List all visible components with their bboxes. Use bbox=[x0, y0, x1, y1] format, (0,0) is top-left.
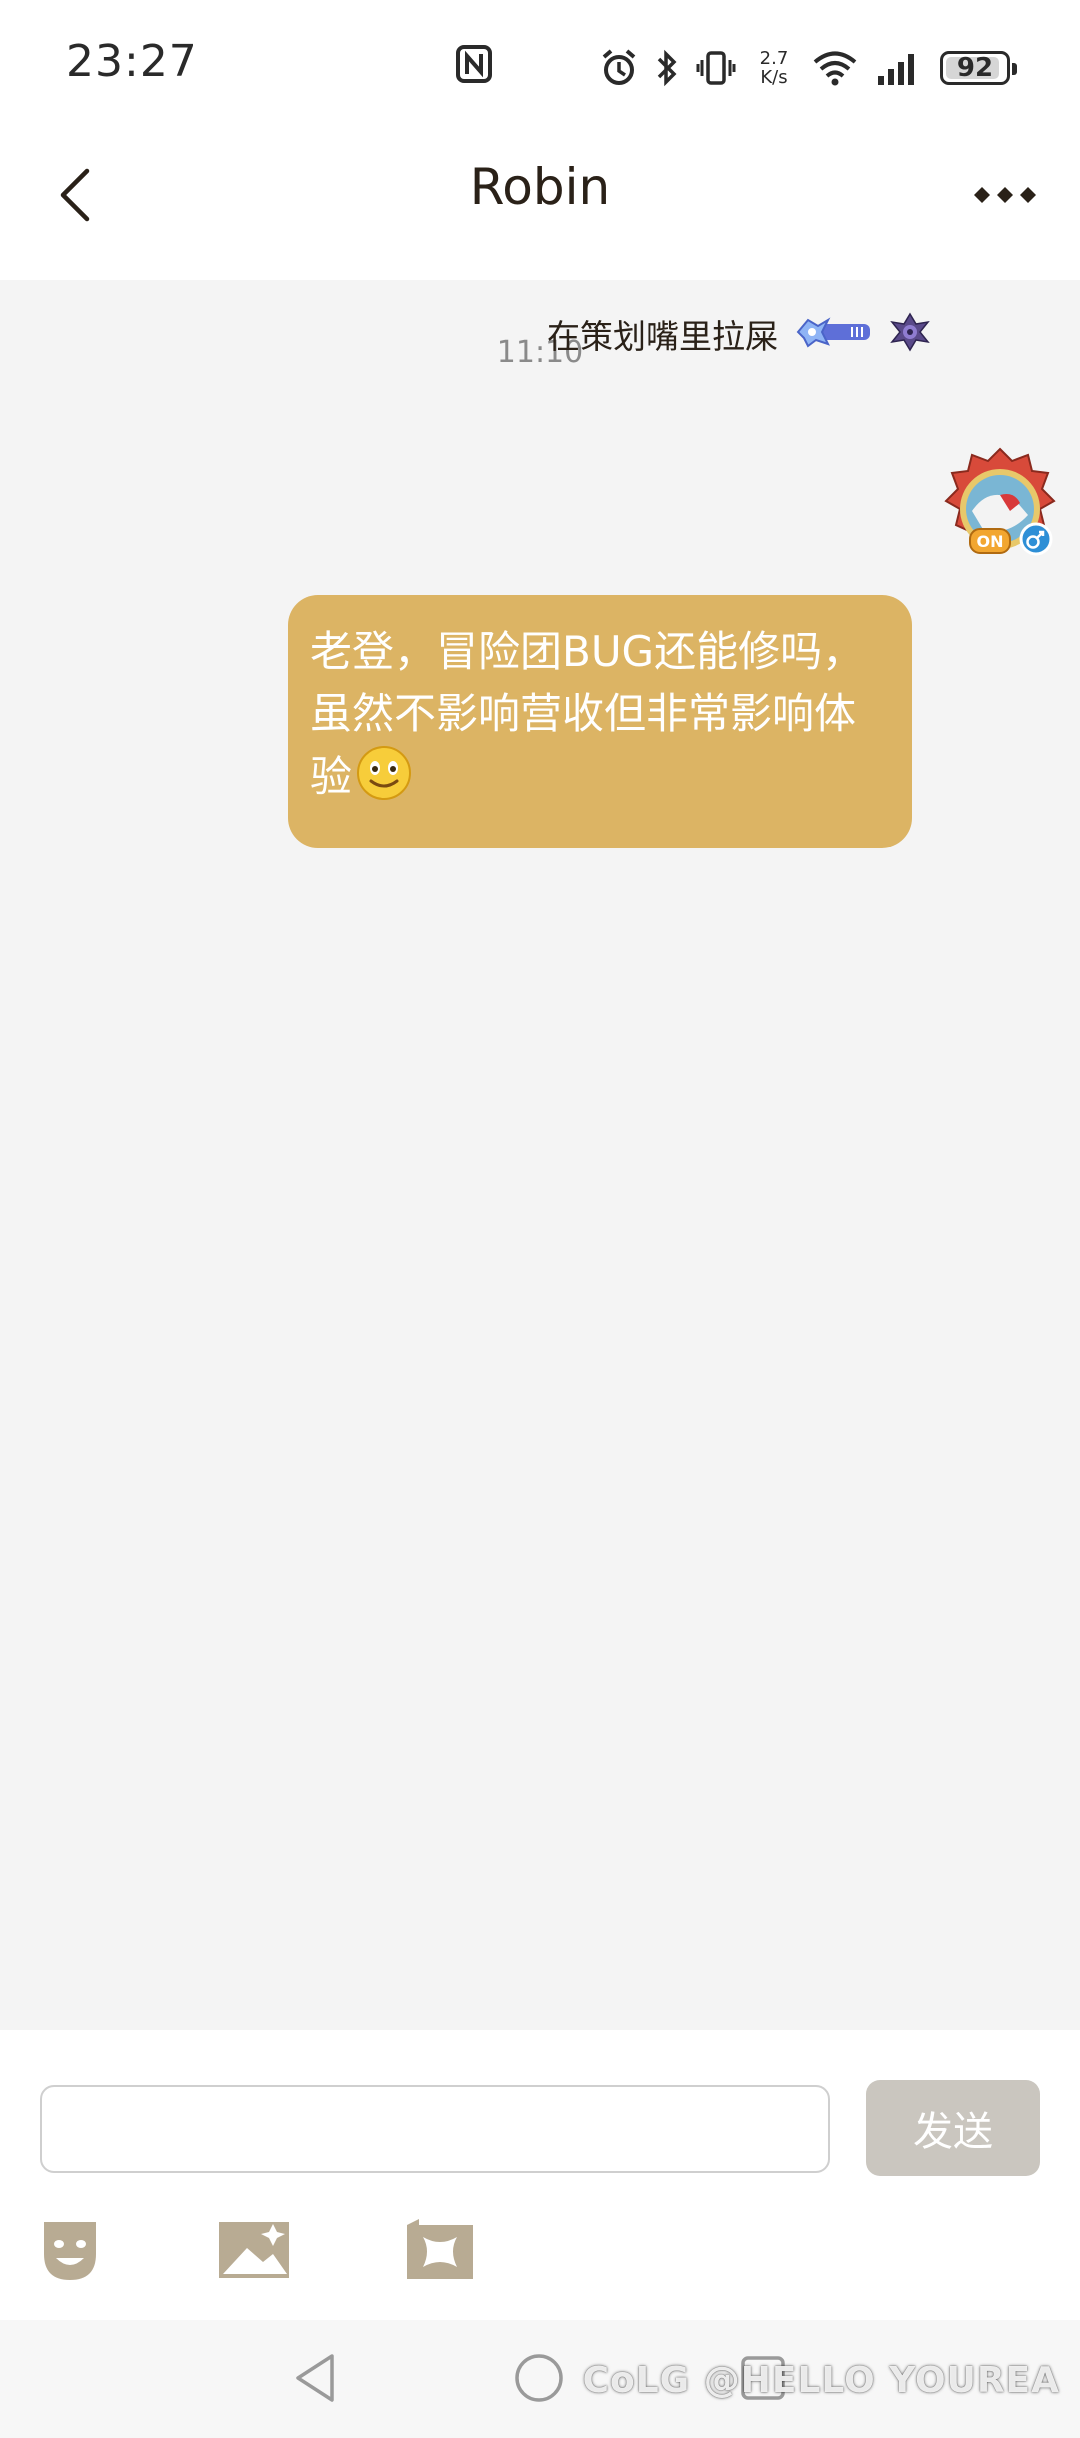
vibrate-icon bbox=[696, 48, 736, 88]
nav-home-button[interactable] bbox=[504, 2348, 574, 2408]
sender-name: 在策划嘴里拉屎 bbox=[547, 317, 778, 356]
status-bar: 23:27 2.7 K/s 92 bbox=[0, 0, 1080, 130]
emoji-picker-button[interactable] bbox=[30, 2210, 110, 2290]
avatar[interactable]: ON bbox=[940, 445, 1060, 570]
emoji-face-icon bbox=[44, 2222, 96, 2280]
network-speed-value: 2.7 bbox=[759, 48, 789, 69]
signal-icon bbox=[876, 50, 922, 86]
watermark: CoLG @HELLO YOUREA bbox=[582, 2360, 1060, 2401]
circle-home-icon bbox=[515, 2354, 563, 2402]
sticker-icon bbox=[407, 2219, 473, 2279]
triangle-back-icon bbox=[296, 2354, 334, 2402]
network-speed-unit: K/s bbox=[760, 67, 788, 88]
more-options-button[interactable] bbox=[960, 160, 1050, 230]
chat-area[interactable]: 11:10 在策划嘴里拉屎 ON 老登，冒险团BUG还能修吗，虽然不影响营收但非… bbox=[0, 280, 1080, 2030]
alarm-icon bbox=[600, 48, 638, 88]
image-picker-button[interactable] bbox=[214, 2210, 294, 2290]
composer-bar: 发送 bbox=[0, 2030, 1080, 2320]
nav-back-button[interactable] bbox=[280, 2348, 350, 2408]
battery-indicator: 92 bbox=[940, 51, 1017, 85]
svg-text:ON: ON bbox=[977, 532, 1004, 551]
more-dots-icon bbox=[974, 187, 1036, 203]
nfc-icon bbox=[455, 44, 493, 88]
status-icons: 2.7 K/s 92 bbox=[600, 40, 1017, 96]
status-time: 23:27 bbox=[66, 36, 198, 87]
page-title: Robin bbox=[469, 158, 611, 216]
guild-emblem-icon bbox=[890, 312, 930, 356]
battery-level: 92 bbox=[956, 53, 994, 83]
smile-emoji-icon bbox=[356, 745, 412, 818]
bluetooth-icon bbox=[656, 48, 678, 88]
image-icon bbox=[219, 2222, 289, 2278]
message-input[interactable] bbox=[40, 2085, 830, 2173]
rank-badge-icon bbox=[794, 312, 874, 356]
send-button[interactable]: 发送 bbox=[866, 2080, 1040, 2176]
sender-info: 在策划嘴里拉屎 bbox=[547, 310, 930, 358]
chat-header: Robin bbox=[0, 130, 1080, 280]
network-speed: 2.7 K/s bbox=[754, 49, 794, 87]
system-navigation-bar: CoLG @HELLO YOUREA bbox=[0, 2320, 1080, 2438]
message-bubble[interactable]: 老登，冒险团BUG还能修吗，虽然不影响营收但非常影响体验 bbox=[288, 595, 912, 848]
sticker-picker-button[interactable] bbox=[400, 2210, 480, 2290]
wifi-icon bbox=[812, 49, 858, 87]
